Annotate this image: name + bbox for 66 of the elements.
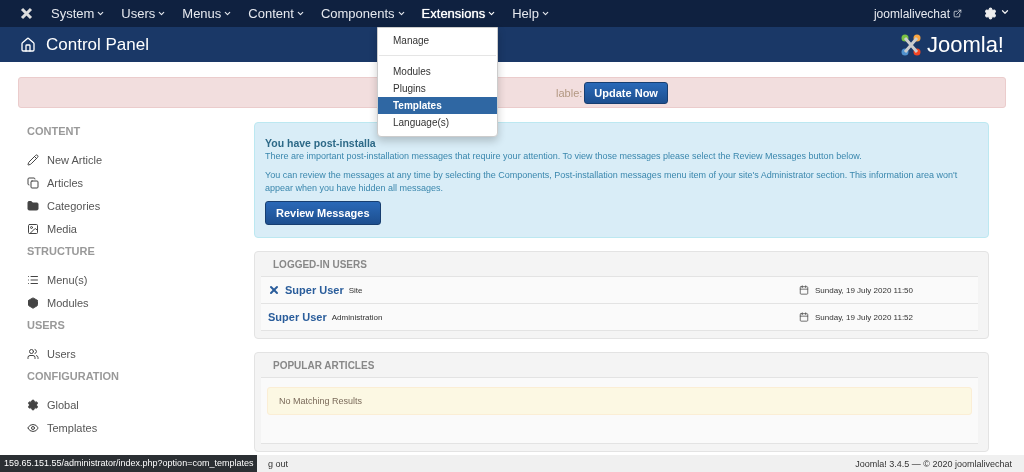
calendar-icon: [799, 312, 809, 322]
sidebar-link[interactable]: Categories: [47, 199, 101, 212]
eye-icon: [27, 421, 39, 434]
caret-icon: [157, 9, 167, 18]
users-icon: [27, 347, 39, 360]
empty-message: No Matching Results: [267, 387, 972, 415]
external-link-icon: [953, 9, 962, 18]
list-icon: [27, 273, 39, 286]
url-tooltip: 159.65.151.55/administrator/index.php?option=com_templates: [0, 455, 258, 472]
menu-item[interactable]: Users: [121, 6, 156, 21]
footer-text: Joomla! 3.4.5 — © 2020 joomlalivechat: [855, 458, 1012, 469]
user-link[interactable]: Super User: [285, 284, 344, 296]
folder-icon: [27, 199, 39, 212]
menu-option[interactable]: Language(s): [378, 114, 497, 131]
box-icon: [27, 296, 39, 309]
sidebar-heading: CONTENT: [27, 125, 82, 139]
menu-item[interactable]: Help: [512, 6, 539, 21]
user-area: Administration: [331, 312, 383, 322]
copy-icon: [27, 176, 39, 189]
pencil-icon: [27, 153, 39, 166]
caret-icon: [540, 9, 550, 18]
sidebar-link[interactable]: Users: [47, 347, 76, 360]
sidebar-link[interactable]: Articles: [47, 176, 84, 189]
user-area: Site: [348, 285, 363, 295]
sidebar-link[interactable]: Media: [47, 222, 77, 235]
review-button[interactable]: Review Messages: [265, 201, 381, 225]
caret-icon: [487, 9, 497, 18]
sidebar-heading: STRUCTURE: [27, 245, 96, 259]
home-icon: [20, 36, 36, 53]
update-button[interactable]: Update Now: [584, 81, 668, 104]
gear-icon: [27, 398, 39, 411]
message-text: You can review the messages at any time by selecting the Components, Post-installation messages menu item of your site's Administrator section. This information area won't appear when you have hidden all messages.: [265, 169, 959, 195]
menu-option[interactable]: Manage: [378, 32, 497, 49]
menu-item[interactable]: System: [51, 6, 95, 21]
logo-text: Joomla!: [926, 31, 1004, 58]
close-icon[interactable]: [268, 284, 280, 296]
menu-item[interactable]: Components: [320, 6, 395, 21]
caret-icon: [223, 9, 233, 18]
caret-icon: [96, 9, 106, 18]
settings-icon[interactable]: [984, 7, 1010, 20]
status-text: g out: [268, 458, 289, 469]
sidebar-heading: CONFIGURATION: [27, 370, 121, 384]
message-text: There are important post-installation messages that require your attention. To view those messages please select the Review Messages button below.: [265, 150, 863, 163]
message-title: You have post-installa: [265, 137, 377, 149]
login-date: Sunday, 19 July 2020 11:50: [815, 285, 913, 295]
menu-option[interactable]: Templates: [378, 97, 497, 114]
sidebar-link[interactable]: Menu(s): [47, 273, 88, 286]
menu-item[interactable]: Content: [248, 6, 294, 21]
sidebar-link[interactable]: New Article: [47, 153, 103, 166]
sidebar-link[interactable]: Modules: [47, 296, 89, 309]
menu-item[interactable]: Extensions: [421, 6, 486, 21]
menu-option[interactable]: Plugins: [378, 80, 497, 97]
alert-text: lable:: [556, 86, 583, 99]
sidebar-heading: USERS: [27, 319, 66, 333]
menu-option[interactable]: Modules: [378, 63, 497, 80]
image-icon: [27, 222, 39, 235]
sidebar-link[interactable]: Global: [47, 398, 79, 411]
site-link[interactable]: joomlalivechat: [873, 6, 950, 21]
login-date: Sunday, 19 July 2020 11:52: [815, 312, 913, 322]
user-link[interactable]: Super User: [268, 311, 327, 323]
calendar-icon: [799, 285, 809, 295]
caret-icon: [295, 9, 305, 18]
menu-item[interactable]: Menus: [182, 6, 222, 21]
page-title: Control Panel: [46, 34, 149, 55]
sidebar-link[interactable]: Templates: [47, 421, 98, 434]
caret-icon: [396, 9, 406, 18]
